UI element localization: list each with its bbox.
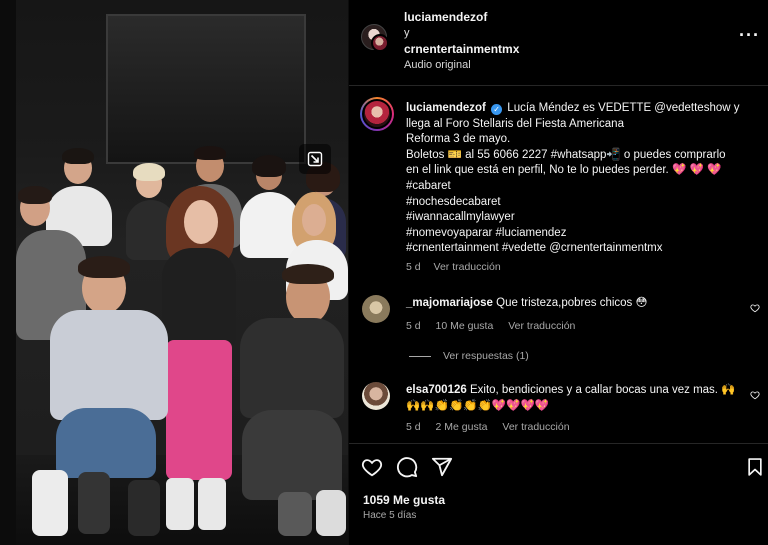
caption-username[interactable]: luciamendezof [406, 102, 486, 114]
caption-line: Lucía Méndez es VEDETTE @vedetteshow y [507, 102, 740, 114]
hashtag-link[interactable]: #nomevoyaparar #luciamendez [406, 227, 566, 239]
post-header: luciamendezof y crnentertainmentmx Audio… [349, 0, 768, 86]
view-replies[interactable]: Ver respuestas (1) [409, 350, 529, 362]
comment-likes[interactable]: 2 Me gusta [436, 421, 488, 433]
comment-body: Que tristeza,pobres chicos 😳 [496, 297, 648, 309]
comment-username[interactable]: _majomariajose [406, 297, 493, 309]
bookmark-icon[interactable] [745, 456, 765, 478]
more-horizontal-icon[interactable]: ··· [739, 26, 760, 44]
post-media[interactable] [0, 0, 349, 545]
comment-likes[interactable]: 10 Me gusta [436, 320, 494, 332]
audio-label[interactable]: Audio original [404, 59, 471, 71]
comment-age: 5 d [406, 320, 421, 332]
comment-age: 5 d [406, 421, 421, 433]
comment-text: _majomariajose Que tristeza,pobres chico… [406, 296, 746, 312]
comment-body: 🙌🙌👏👏👏👏💖💖💖💖 [406, 399, 550, 412]
expand-icon[interactable] [299, 144, 331, 174]
collab-connector: y [404, 27, 410, 39]
comment-text: elsa700126 Exito, bendiciones y a callar… [406, 383, 746, 414]
caption-text: luciamendezof ✓ Lucía Méndez es VEDETTE … [406, 101, 761, 257]
caption-age: 5 d [406, 261, 421, 273]
heart-icon[interactable] [750, 303, 760, 313]
comment-meta: 5 d 2 Me gusta Ver traducción [406, 421, 582, 433]
post-side-panel: luciamendezof y crnentertainmentmx Audio… [349, 0, 768, 545]
avatar[interactable] [362, 295, 390, 323]
avatar[interactable] [362, 382, 390, 410]
author-username[interactable]: luciamendezof [404, 10, 487, 24]
heart-icon[interactable] [361, 456, 383, 478]
caption-line: en el link que está en perfil, No te lo … [406, 164, 722, 177]
caption-line: Reforma 3 de mayo. [406, 133, 511, 146]
collaborator-username[interactable]: crnentertainmentmx [404, 42, 519, 56]
comment-username[interactable]: elsa700126 [406, 384, 467, 396]
verified-badge-icon: ✓ [491, 104, 503, 115]
avatar[interactable] [371, 34, 389, 52]
comment-meta: 5 d 10 Me gusta Ver traducción [406, 320, 587, 332]
translate-link[interactable]: Ver traducción [502, 421, 569, 433]
post-date: Hace 5 días [363, 510, 417, 521]
hashtag-link[interactable]: #crnentertainment #vedette @crnentertain… [406, 242, 663, 254]
caption-meta: 5 d Ver traducción [406, 261, 511, 273]
group-photo [16, 0, 348, 545]
hashtag-link[interactable]: #iwannacallmylawyer [406, 211, 515, 223]
translate-link[interactable]: Ver traducción [508, 320, 575, 332]
comment-icon[interactable] [396, 456, 418, 478]
hashtag-link[interactable]: #cabaret [406, 180, 451, 192]
translate-link[interactable]: Ver traducción [434, 261, 501, 273]
post-actions: 1059 Me gusta Hace 5 días [349, 443, 768, 545]
share-icon[interactable] [431, 456, 453, 478]
hashtag-link[interactable]: #nochesdecabaret [406, 196, 501, 208]
heart-icon[interactable] [750, 390, 760, 400]
comment-body: Exito, bendiciones y a callar bocas una … [469, 384, 736, 396]
avatar[interactable] [360, 97, 394, 131]
caption-line: llega al Foro Stellaris del Fiesta Ameri… [406, 117, 624, 130]
view-replies-label[interactable]: Ver respuestas (1) [443, 350, 529, 362]
caption-line: Boletos 🎫 al 55 6066 2227 #whatsapp📲 o p… [406, 148, 726, 161]
like-count[interactable]: 1059 Me gusta [363, 493, 445, 507]
